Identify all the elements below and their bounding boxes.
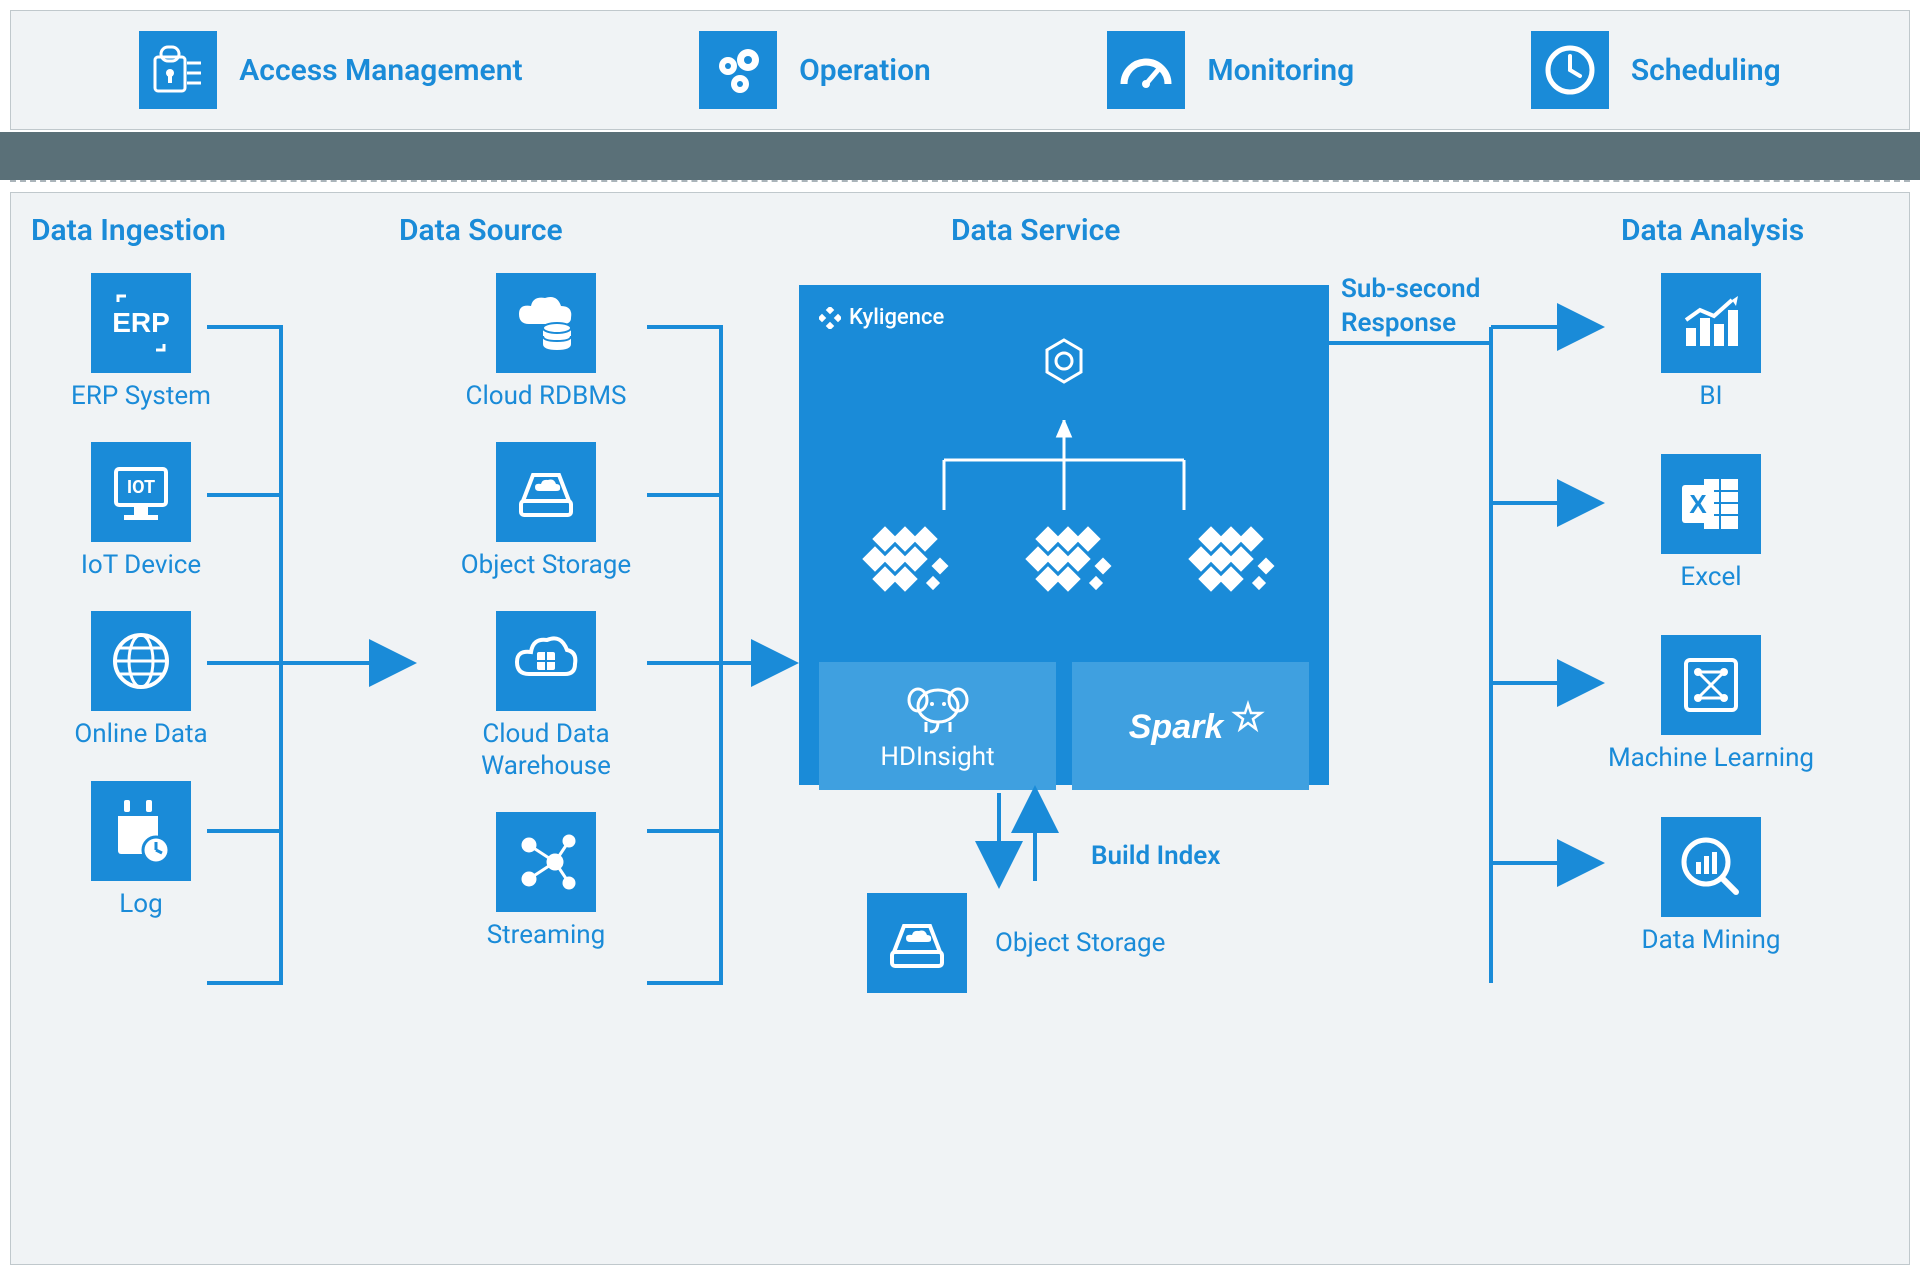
node-label: Streaming [487, 920, 606, 951]
engine-label: HDInsight [880, 742, 994, 772]
elephant-icon [904, 680, 972, 736]
disk-icon [867, 893, 967, 993]
node-object-storage: Object Storage [431, 442, 661, 581]
object-storage-bottom: Object Storage [867, 893, 1165, 993]
node-label: ERP System [71, 381, 211, 412]
node-online: Online Data [41, 611, 241, 750]
service-box: Kyligence [799, 285, 1329, 785]
cube-icon [1172, 520, 1282, 610]
node-excel: X Excel [1571, 454, 1851, 593]
engine-hdinsight: HDInsight [819, 662, 1056, 790]
cloud-db-icon [496, 273, 596, 373]
node-label: BI [1699, 381, 1722, 412]
node-label: Data Mining [1642, 925, 1781, 956]
top-item-operation: Operation [699, 31, 931, 109]
clock-icon [1531, 31, 1609, 109]
node-label: Online Data [74, 719, 207, 750]
ingestion-column: ERP ERP System IOT IoT Device Online Dat… [41, 273, 241, 920]
source-column: Cloud RDBMS Object Storage Cloud Data Wa… [431, 273, 661, 951]
engine-row: HDInsight Spark [819, 662, 1309, 790]
log-icon [91, 781, 191, 881]
node-label: Log [119, 889, 162, 920]
node-label: Cloud Data Warehouse [481, 719, 611, 781]
node-label: IoT Device [81, 550, 201, 581]
cube-row [819, 520, 1309, 610]
top-label: Scheduling [1631, 53, 1781, 88]
node-bi: BI [1571, 273, 1851, 412]
globe-icon [91, 611, 191, 711]
disk-icon [496, 442, 596, 542]
ml-icon [1661, 635, 1761, 735]
cloud-dw-icon [496, 611, 596, 711]
top-item-scheduling: Scheduling [1531, 31, 1781, 109]
divider-dash [10, 180, 1910, 182]
svg-text:Spark: Spark [1128, 708, 1225, 746]
section-title-source: Data Source [399, 213, 563, 248]
iot-icon: IOT [91, 442, 191, 542]
main-panel: Data Ingestion Data Source Data Service … [10, 192, 1910, 1265]
svg-text:ERP: ERP [112, 307, 170, 338]
node-log: Log [41, 781, 241, 920]
top-label: Access Management [239, 53, 522, 88]
build-index-label: Build Index [1091, 841, 1220, 871]
gears-icon [699, 31, 777, 109]
erp-icon: ERP [91, 273, 191, 373]
brand-text: Kyligence [849, 305, 944, 330]
architecture-diagram: Access Management Operation Monitoring S… [0, 0, 1920, 1275]
node-erp: ERP ERP System [41, 273, 241, 412]
spark-icon: Spark [1116, 696, 1266, 756]
top-label: Monitoring [1207, 53, 1354, 88]
query-node-icon [1037, 336, 1091, 394]
node-label: Excel [1680, 562, 1741, 593]
excel-icon: X [1661, 454, 1761, 554]
stream-icon [496, 812, 596, 912]
svg-text:IOT: IOT [127, 477, 155, 498]
node-label: Cloud RDBMS [466, 381, 627, 412]
section-title-service: Data Service [951, 213, 1120, 248]
node-mining: Data Mining [1571, 817, 1851, 956]
top-panel: Access Management Operation Monitoring S… [10, 10, 1910, 130]
divider-band [0, 132, 1920, 180]
magnify-icon [1661, 817, 1761, 917]
kyligence-brand: Kyligence [819, 305, 1309, 330]
top-item-monitoring: Monitoring [1107, 31, 1354, 109]
analysis-column: BI X Excel Machine Learning Data Mining [1571, 273, 1851, 956]
cube-icon [1009, 520, 1119, 610]
node-cloud-dw: Cloud Data Warehouse [431, 611, 661, 781]
section-title-analysis: Data Analysis [1621, 213, 1804, 248]
node-streaming: Streaming [431, 812, 661, 951]
top-item-access: Access Management [139, 31, 522, 109]
node-cloud-rdbms: Cloud RDBMS [431, 273, 661, 412]
svg-text:X: X [1689, 489, 1707, 519]
object-storage-label: Object Storage [995, 928, 1165, 958]
kyligence-logo-icon [819, 307, 841, 329]
top-label: Operation [799, 53, 931, 88]
node-ml: Machine Learning [1571, 635, 1851, 774]
sub-second-label: Sub-second Response [1341, 273, 1480, 341]
engine-spark: Spark [1072, 662, 1309, 790]
gauge-icon [1107, 31, 1185, 109]
cube-icon [846, 520, 956, 610]
node-label: Machine Learning [1608, 743, 1814, 774]
chart-icon [1661, 273, 1761, 373]
lock-icon [139, 31, 217, 109]
section-title-ingestion: Data Ingestion [31, 213, 226, 248]
node-iot: IOT IoT Device [41, 442, 241, 581]
node-label: Object Storage [461, 550, 631, 581]
